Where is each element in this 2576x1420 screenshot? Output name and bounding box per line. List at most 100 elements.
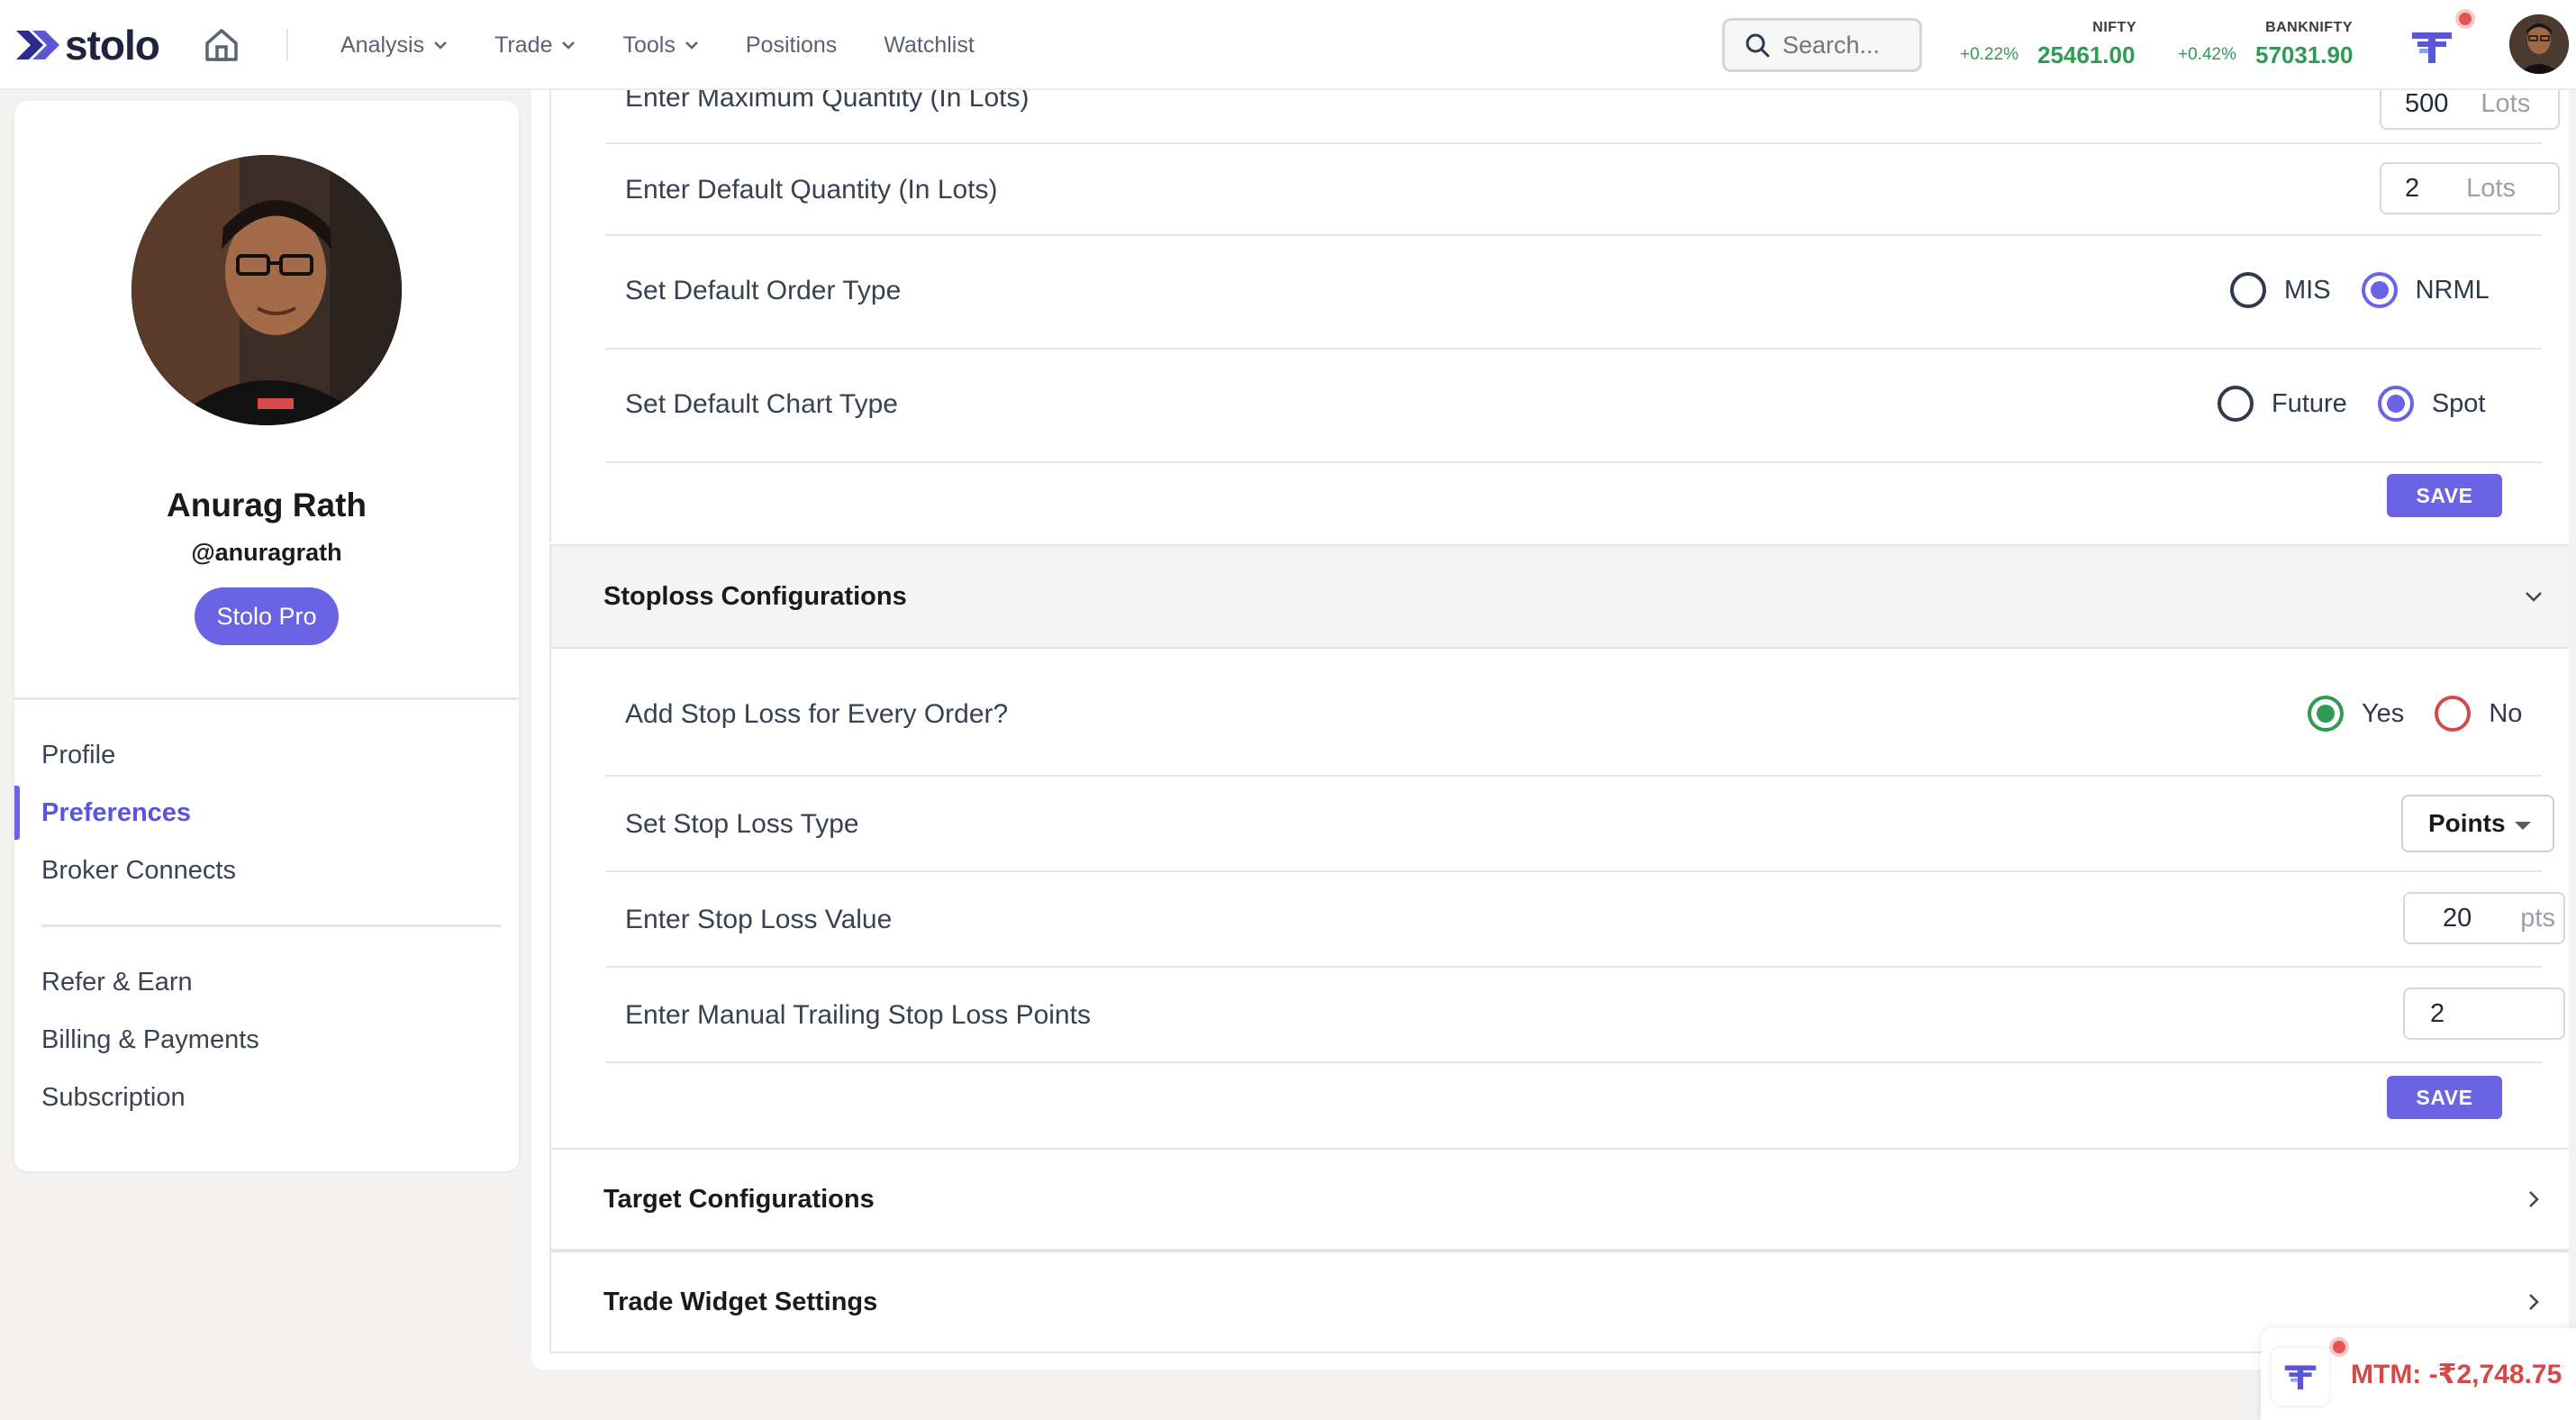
ticker-value: 57031.90 xyxy=(2255,41,2354,68)
radio-yes-label[interactable]: Yes xyxy=(2362,699,2404,729)
sidebar-item-subscription[interactable]: Subscription xyxy=(41,1083,186,1113)
sl-every-order-label: Add Stop Loss for Every Order? xyxy=(625,699,1009,729)
sl-trailing-label: Enter Manual Trailing Stop Loss Points xyxy=(625,1000,1091,1030)
chevron-right-icon xyxy=(2529,1294,2539,1310)
ticker-nifty[interactable]: NIFTY +0.22% 25461.00 xyxy=(1956,18,2136,72)
nav-divider xyxy=(286,29,288,61)
sidebar-item-profile[interactable]: Profile xyxy=(41,741,115,770)
logo-text: stolo xyxy=(65,22,160,68)
radio-spot[interactable] xyxy=(2377,386,2414,422)
radio-mis[interactable] xyxy=(2230,272,2266,308)
user-avatar[interactable] xyxy=(2509,14,2569,74)
mtm-brand-icon xyxy=(2272,1348,2329,1406)
chevron-right-icon xyxy=(2529,1191,2539,1207)
ticker-change: +0.22% xyxy=(1960,45,2018,64)
nav-analysis[interactable]: Analysis xyxy=(340,32,448,59)
default-qty-input[interactable]: 2 Lots xyxy=(2380,162,2560,214)
home-icon[interactable] xyxy=(202,25,241,65)
nav-positions[interactable]: Positions xyxy=(746,32,837,59)
sl-value: 20 xyxy=(2443,903,2472,933)
radio-nrml-label[interactable]: NRML xyxy=(2416,276,2490,305)
lots-unit: Lots xyxy=(2481,88,2531,118)
nav-tools-label: Tools xyxy=(622,32,676,58)
notification-dot xyxy=(2455,9,2475,29)
caret-down-icon xyxy=(2515,822,2531,830)
ticker-name: BANKNIFTY xyxy=(2265,20,2353,35)
chart-type-row: Set Default Chart Type Future Spot xyxy=(605,350,2542,463)
sl-every-order-radio-group: Yes No xyxy=(2308,696,2553,732)
nav-watchlist[interactable]: Watchlist xyxy=(884,32,974,59)
ticker-banknifty[interactable]: BANKNIFTY +0.42% 57031.90 xyxy=(2172,18,2353,72)
trade-widget-title: Trade Widget Settings xyxy=(603,1287,878,1316)
max-qty-row: Enter Maximum Quantity (In Lots) 500 Lot… xyxy=(605,77,2560,144)
sidebar-item-preferences[interactable]: Preferences xyxy=(41,798,191,828)
radio-future[interactable] xyxy=(2218,386,2254,422)
order-type-radio-group: MIS NRML xyxy=(2230,272,2520,308)
brand-badge-icon[interactable] xyxy=(2407,22,2457,72)
sl-value-row: Enter Stop Loss Value 20 pts xyxy=(605,872,2565,968)
notification-dot xyxy=(2329,1337,2349,1357)
ticker-value: 25461.00 xyxy=(2037,41,2136,68)
stoploss-section-header[interactable]: Stoploss Configurations xyxy=(549,544,2569,649)
logo-chevron-icon xyxy=(16,31,59,59)
sl-trailing-input[interactable]: 2 xyxy=(2403,988,2565,1040)
max-qty-value: 500 xyxy=(2405,88,2449,118)
save-order-prefs-button[interactable]: SAVE xyxy=(2387,474,2502,517)
chart-type-radio-group: Future Spot xyxy=(2218,386,2517,422)
sl-type-label: Set Stop Loss Type xyxy=(625,809,859,839)
chevron-down-icon xyxy=(562,41,576,50)
pts-unit: pts xyxy=(2520,903,2555,933)
target-title: Target Configurations xyxy=(603,1184,875,1214)
chevron-down-icon xyxy=(2526,592,2542,602)
sl-trailing-value: 2 xyxy=(2430,998,2445,1028)
sidebar-divider xyxy=(14,697,519,700)
profile-name: Anurag Rath xyxy=(167,487,367,523)
sl-trailing-row: Enter Manual Trailing Stop Loss Points 2 xyxy=(605,968,2565,1063)
nav-watchlist-label: Watchlist xyxy=(884,32,975,58)
sl-type-row: Set Stop Loss Type Points xyxy=(605,777,2554,872)
nav-trade[interactable]: Trade xyxy=(494,32,576,59)
ticker-change: +0.42% xyxy=(2178,45,2236,64)
sl-type-dropdown[interactable]: Points xyxy=(2401,795,2554,852)
order-preferences-card: Enter Maximum Quantity (In Lots) 500 Lot… xyxy=(549,77,2569,542)
radio-future-label[interactable]: Future xyxy=(2272,389,2347,419)
sidebar-item-refer-earn[interactable]: Refer & Earn xyxy=(41,968,193,997)
plan-badge[interactable]: Stolo Pro xyxy=(195,587,339,645)
nav-tools[interactable]: Tools xyxy=(622,32,698,59)
sidebar-item-billing[interactable]: Billing & Payments xyxy=(41,1025,259,1055)
avatar-image xyxy=(2509,14,2569,74)
nav-positions-label: Positions xyxy=(745,32,838,58)
chevron-down-icon xyxy=(685,41,698,50)
active-indicator xyxy=(14,786,20,840)
brand-logo-icon xyxy=(2284,1365,2317,1390)
target-section-header[interactable]: Target Configurations xyxy=(549,1148,2569,1251)
radio-no-label[interactable]: No xyxy=(2489,699,2522,729)
ticker-name: NIFTY xyxy=(2092,20,2136,35)
search-input[interactable] xyxy=(1782,31,1918,59)
nav-analysis-label: Analysis xyxy=(340,32,425,58)
profile-photo-image xyxy=(132,155,402,425)
search-box[interactable] xyxy=(1722,18,1922,72)
order-type-row: Set Default Order Type MIS NRML xyxy=(605,236,2542,350)
nav-menu: Analysis Trade Tools Positions Watchlist xyxy=(340,0,1021,90)
sl-value-input[interactable]: 20 pts xyxy=(2403,892,2565,944)
order-type-label: Set Default Order Type xyxy=(625,276,902,305)
stolo-logo[interactable]: stolo xyxy=(16,20,160,70)
top-navbar: stolo Analysis Trade Tools Positions Wat… xyxy=(0,0,2576,90)
radio-mis-label[interactable]: MIS xyxy=(2284,276,2331,305)
radio-no[interactable] xyxy=(2435,696,2472,732)
radio-spot-label[interactable]: Spot xyxy=(2432,389,2486,419)
nav-trade-label: Trade xyxy=(494,32,553,58)
mtm-widget[interactable]: MTM: -₹2,748.75 xyxy=(2261,1328,2576,1420)
sl-every-order-row: Add Stop Loss for Every Order? Yes No xyxy=(605,649,2542,777)
save-stoploss-button[interactable]: SAVE xyxy=(2387,1076,2502,1119)
radio-nrml[interactable] xyxy=(2361,272,2398,308)
sl-type-value: Points xyxy=(2428,809,2506,837)
sl-value-label: Enter Stop Loss Value xyxy=(625,905,893,934)
radio-yes[interactable] xyxy=(2308,696,2344,732)
default-qty-value: 2 xyxy=(2405,173,2420,203)
chart-type-label: Set Default Chart Type xyxy=(625,389,898,419)
profile-sidebar: Anurag Rath @anuragrath Stolo Pro Profil… xyxy=(14,101,519,1171)
sidebar-item-broker-connects[interactable]: Broker Connects xyxy=(41,856,236,886)
chevron-down-icon xyxy=(434,41,447,50)
